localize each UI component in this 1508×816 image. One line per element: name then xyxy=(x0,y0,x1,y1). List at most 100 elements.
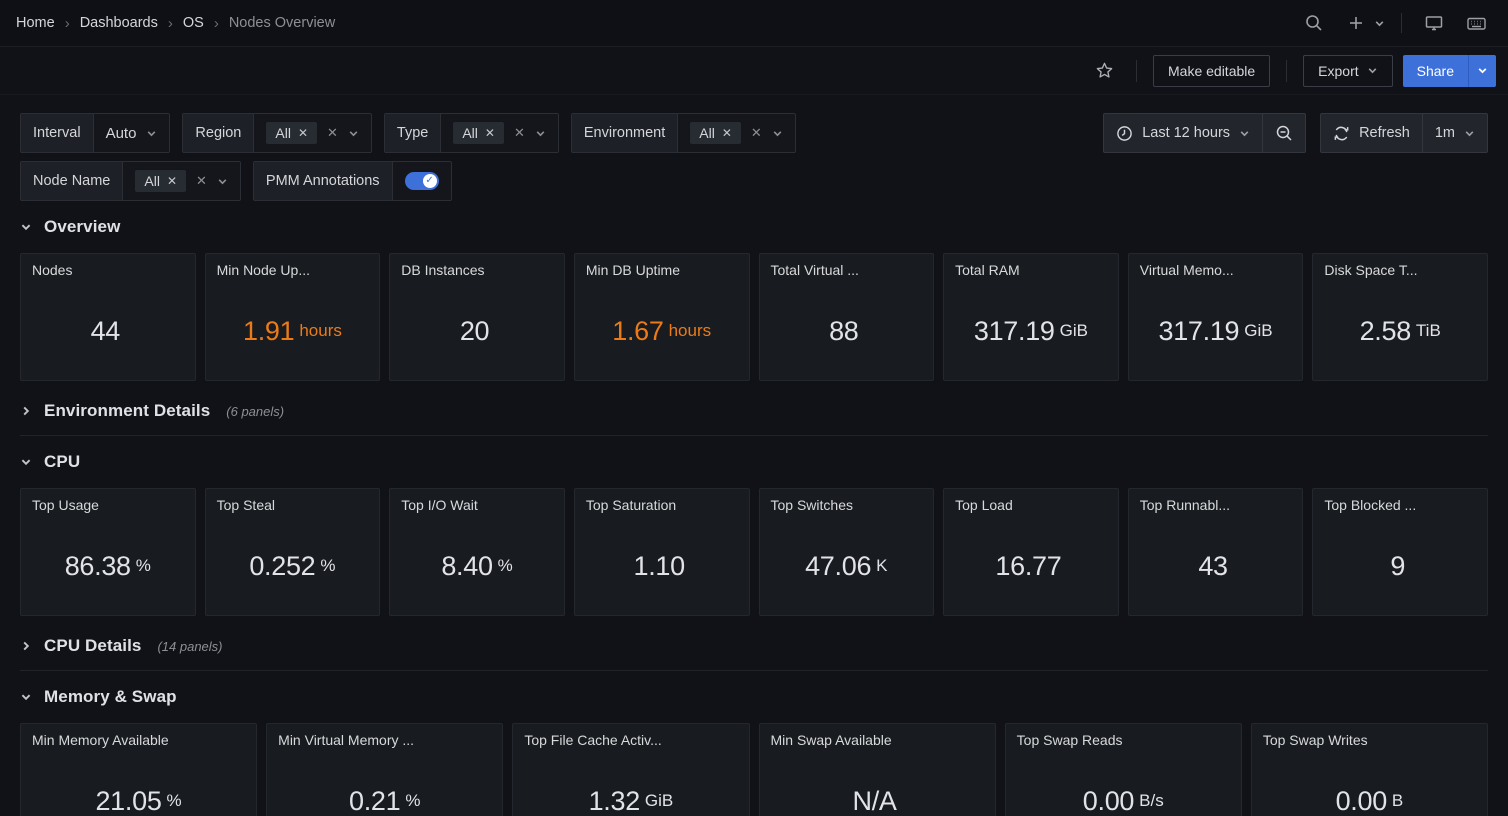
panel-title[interactable]: Min Virtual Memory ... xyxy=(267,724,502,748)
panel-title[interactable]: Top Usage xyxy=(21,489,195,513)
stat-value: 9 xyxy=(1390,551,1405,582)
chevron-down-icon[interactable] xyxy=(772,128,783,139)
clear-all-icon[interactable]: ✕ xyxy=(514,125,525,141)
divider xyxy=(1401,13,1402,33)
panel-title[interactable]: Top File Cache Activ... xyxy=(513,724,748,748)
share-menu-caret[interactable] xyxy=(1468,55,1496,87)
node-name-chip[interactable]: All ✕ xyxy=(135,170,186,192)
breadcrumb-home[interactable]: Home xyxy=(16,15,55,31)
panel-title[interactable]: Top Steal xyxy=(206,489,380,513)
chip-label: All xyxy=(144,173,160,189)
stat-value: 43 xyxy=(1198,551,1227,582)
search-icon[interactable] xyxy=(1298,7,1330,39)
stat-panel-min-swap-available: Min Swap Available N/A xyxy=(759,723,996,816)
chevron-down-icon xyxy=(146,128,157,139)
panel-title[interactable]: Virtual Memo... xyxy=(1129,254,1303,278)
share-split-button: Share xyxy=(1403,55,1496,87)
panel-title[interactable]: Top Saturation xyxy=(575,489,749,513)
region-label: Region xyxy=(183,114,254,152)
section-header-overview[interactable]: Overview xyxy=(20,201,1488,249)
chip-remove-icon[interactable]: ✕ xyxy=(167,174,177,188)
section-header-memory-swap[interactable]: Memory & Swap xyxy=(20,671,1488,719)
region-chip[interactable]: All ✕ xyxy=(266,122,317,144)
type-select[interactable]: All ✕ ✕ xyxy=(441,114,558,152)
panel-title[interactable]: Top Swap Reads xyxy=(1006,724,1241,748)
stat-value: 21.05 xyxy=(95,786,161,816)
panel-title[interactable]: Min Memory Available xyxy=(21,724,256,748)
refresh-label: Refresh xyxy=(1359,125,1410,141)
panel-title[interactable]: Top Blocked ... xyxy=(1313,489,1487,513)
breadcrumb-dashboards[interactable]: Dashboards xyxy=(80,15,158,31)
chevron-down-icon[interactable] xyxy=(217,176,228,187)
panel-value-area: 88 xyxy=(760,278,934,380)
panel-title[interactable]: Top Runnabl... xyxy=(1129,489,1303,513)
section-header-cpu[interactable]: CPU xyxy=(20,436,1488,484)
panel-title[interactable]: Top Switches xyxy=(760,489,934,513)
breadcrumb-os[interactable]: OS xyxy=(183,15,204,31)
region-select[interactable]: All ✕ ✕ xyxy=(254,114,371,152)
environment-label: Environment xyxy=(572,114,678,152)
stat-value: 0.00 xyxy=(1083,786,1134,816)
stat-panel-min-memory-available: Min Memory Available 21.05 % xyxy=(20,723,257,816)
pmm-annotations-control: PMM Annotations ✓ xyxy=(253,161,452,201)
stat-value: 1.10 xyxy=(634,551,685,582)
make-editable-button[interactable]: Make editable xyxy=(1153,55,1270,87)
chip-remove-icon[interactable]: ✕ xyxy=(298,126,308,140)
share-button[interactable]: Share xyxy=(1403,55,1468,87)
panel-value-area: 8.40 % xyxy=(390,513,564,615)
chevron-down-icon[interactable] xyxy=(348,128,359,139)
panel-value-area: 317.19 GiB xyxy=(1129,278,1303,380)
environment-chip[interactable]: All ✕ xyxy=(690,122,741,144)
panel-title[interactable]: Top Load xyxy=(944,489,1118,513)
stat-panel-top-switches: Top Switches 47.06 K xyxy=(759,488,935,616)
panel-title[interactable]: Top I/O Wait xyxy=(390,489,564,513)
clear-all-icon[interactable]: ✕ xyxy=(751,125,762,141)
monitor-icon[interactable] xyxy=(1418,7,1450,39)
node-name-select[interactable]: All ✕ ✕ xyxy=(123,162,240,200)
time-range-label: Last 12 hours xyxy=(1142,125,1230,141)
interval-select[interactable]: Auto xyxy=(94,114,170,152)
refresh-group: Refresh 1m xyxy=(1320,113,1488,153)
stat-unit: GiB xyxy=(1060,321,1088,341)
panel-title[interactable]: Total Virtual ... xyxy=(760,254,934,278)
stat-unit: GiB xyxy=(645,791,673,811)
panel-title[interactable]: Min DB Uptime xyxy=(575,254,749,278)
panel-title[interactable]: Top Swap Writes xyxy=(1252,724,1487,748)
stat-value: 317.19 xyxy=(974,316,1055,347)
stat-panel-db-instances: DB Instances 20 xyxy=(389,253,565,381)
section-header-environment-details[interactable]: Environment Details (6 panels) xyxy=(20,389,1488,436)
export-button[interactable]: Export xyxy=(1303,55,1392,87)
panel-title[interactable]: Min Node Up... xyxy=(206,254,380,278)
environment-select[interactable]: All ✕ ✕ xyxy=(678,114,795,152)
stat-value: 88 xyxy=(829,316,858,347)
chip-remove-icon[interactable]: ✕ xyxy=(722,126,732,140)
clear-all-icon[interactable]: ✕ xyxy=(196,173,207,189)
keyboard-icon[interactable] xyxy=(1460,7,1492,39)
stat-unit: TiB xyxy=(1416,321,1441,341)
panel-title[interactable]: DB Instances xyxy=(390,254,564,278)
panel-title[interactable]: Min Swap Available xyxy=(760,724,995,748)
type-chip[interactable]: All ✕ xyxy=(453,122,504,144)
clear-all-icon[interactable]: ✕ xyxy=(327,125,338,141)
plus-icon[interactable] xyxy=(1340,7,1372,39)
chevron-down-icon[interactable] xyxy=(1374,18,1385,29)
refresh-button[interactable]: Refresh xyxy=(1321,114,1422,152)
divider xyxy=(1286,60,1287,82)
zoom-out-time-button[interactable] xyxy=(1262,114,1305,152)
stat-unit: B/s xyxy=(1139,791,1164,811)
star-icon[interactable] xyxy=(1088,55,1120,87)
chevron-down-icon[interactable] xyxy=(535,128,546,139)
pmm-annotations-toggle[interactable]: ✓ xyxy=(393,162,451,200)
stat-unit: % xyxy=(498,556,513,576)
panel-title[interactable]: Disk Space T... xyxy=(1313,254,1487,278)
panel-title[interactable]: Nodes xyxy=(21,254,195,278)
stat-unit: GiB xyxy=(1244,321,1272,341)
refresh-interval-select[interactable]: 1m xyxy=(1422,114,1487,152)
chip-remove-icon[interactable]: ✕ xyxy=(485,126,495,140)
time-range-picker[interactable]: Last 12 hours xyxy=(1104,114,1262,152)
panel-title[interactable]: Total RAM xyxy=(944,254,1118,278)
add-menu[interactable] xyxy=(1340,7,1385,39)
divider xyxy=(1136,60,1137,82)
section-header-cpu-details[interactable]: CPU Details (14 panels) xyxy=(20,624,1488,671)
stat-value: 0.21 xyxy=(349,786,400,816)
